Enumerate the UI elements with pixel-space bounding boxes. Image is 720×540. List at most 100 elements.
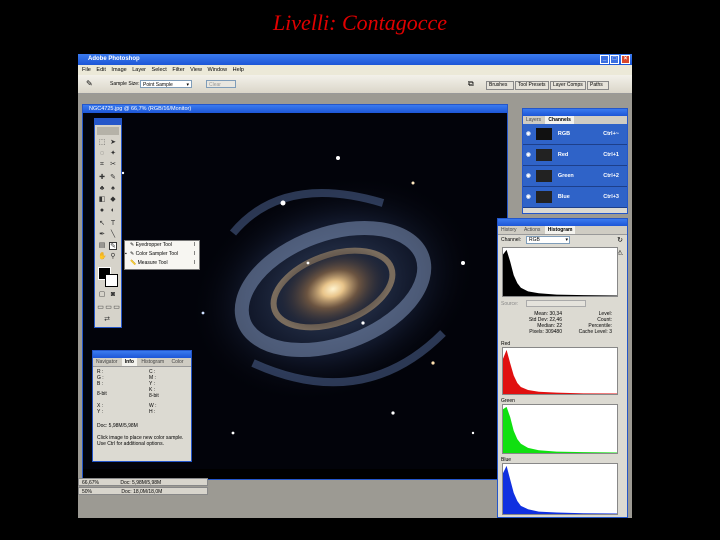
dock-tab-tool-presets[interactable]: Tool Presets (515, 81, 549, 90)
move-tool-icon[interactable]: ➤ (109, 139, 117, 147)
stat-cache-value: 3 (609, 329, 612, 335)
chevron-down-icon: ▾ (186, 82, 189, 88)
notes-tool-icon[interactable]: ▤ (98, 242, 106, 250)
eye-icon[interactable]: ◉ (526, 194, 531, 200)
quick-mask-icon[interactable]: ◙ (109, 291, 117, 299)
selected-bullet-icon: ▪ (125, 251, 127, 257)
background-color-swatch[interactable] (105, 274, 118, 287)
eye-icon[interactable]: ◉ (526, 131, 531, 137)
menu-image[interactable]: Image (111, 67, 126, 73)
stats-right: Level: Count: Percentile: Cache Level: 3 (564, 311, 612, 335)
bucket-tool-icon[interactable]: ◆ (109, 196, 117, 204)
history-brush-icon[interactable]: ♠ (109, 185, 117, 193)
dodge-tool-icon[interactable]: ◐ (109, 207, 117, 215)
sample-size-select[interactable]: Point Sample ▾ (140, 80, 192, 88)
menu-select[interactable]: Select (152, 67, 167, 73)
channels-panel-header (523, 109, 627, 116)
channel-row-red[interactable]: ◉ Red Ctrl+1 (523, 145, 627, 166)
menu-bar: File Edit Image Layer Select Filter View… (78, 65, 632, 75)
info-doc: Doc: 5,98M/5,98M (97, 423, 138, 429)
clear-button[interactable]: Clear (206, 80, 236, 88)
slide-title: Livelli: Contagocce (272, 10, 448, 35)
magic-wand-icon[interactable]: ✦ (109, 150, 117, 158)
info-y-coord: Y : (97, 409, 104, 415)
tab-history[interactable]: History (498, 226, 520, 234)
sample-size-label: Sample Size: (110, 81, 140, 87)
tab-histogram-info[interactable]: Histogram (138, 358, 167, 366)
pen-tool-icon[interactable]: ✒ (98, 231, 106, 239)
tab-layers[interactable]: Layers (523, 116, 544, 124)
blur-tool-icon[interactable]: ● (98, 207, 106, 215)
channel-thumbnail (536, 127, 553, 140)
menu-file[interactable]: File (82, 67, 91, 73)
tab-info[interactable]: Info (121, 358, 137, 366)
marquee-tool-icon[interactable]: ⬚ (98, 139, 106, 147)
histogram-panel-header (498, 219, 627, 226)
screen-mode-3-icon[interactable]: ▭ (113, 304, 120, 312)
zoom-tool-icon[interactable]: ⚲ (109, 253, 117, 261)
channel-label: Channel: (501, 237, 522, 243)
flyout-label-eyedropper: Eyedropper Tool (135, 242, 172, 248)
menu-window[interactable]: Window (208, 67, 228, 73)
maximize-button[interactable]: □ (610, 55, 619, 64)
menu-filter[interactable]: Filter (172, 67, 184, 73)
eyedropper-icon[interactable]: ✎ (86, 75, 93, 93)
brush-tool-icon[interactable]: ✎ (109, 174, 117, 182)
menu-layer[interactable]: Layer (132, 67, 146, 73)
flyout-item-color-sampler[interactable]: ▪ ✎ Color Sampler Tool I (125, 250, 199, 259)
flyout-item-measure[interactable]: 📏 Measure Tool I (125, 259, 199, 268)
info-help: Click image to place new color sample. U… (97, 435, 189, 447)
clone-stamp-icon[interactable]: ♣ (98, 185, 106, 193)
healing-brush-icon[interactable]: ✚ (98, 174, 106, 182)
type-tool-icon[interactable]: T (109, 220, 117, 228)
slice-tool-icon[interactable]: ✂ (109, 161, 117, 169)
histogram-green-area (503, 406, 617, 453)
channel-row-green[interactable]: ◉ Green Ctrl+2 (523, 166, 627, 187)
document-titlebar: NGC4725.jpg @ 66,7% (RGB/16/Monitor) (83, 105, 507, 113)
channel-row-blue[interactable]: ◉ Blue Ctrl+3 (523, 187, 627, 208)
menu-edit[interactable]: Edit (96, 67, 105, 73)
screen-mode-1-icon[interactable]: ▭ (97, 304, 104, 312)
path-select-icon[interactable]: ↖ (98, 220, 106, 228)
dock-tab-brushes[interactable]: Brushes (486, 81, 514, 90)
flyout-label-color-sampler: Color Sampler Tool (135, 251, 179, 257)
hand-tool-icon[interactable]: ✋ (98, 253, 107, 261)
shape-tool-icon[interactable]: ╲ (109, 231, 117, 239)
file-browser-icon[interactable]: ⧉ (468, 75, 474, 93)
dock-tab-paths[interactable]: Paths (587, 81, 609, 90)
histogram-panel-tabs: History Actions Histogram (498, 226, 627, 235)
channel-shortcut-green: Ctrl+2 (603, 173, 619, 179)
tab-channels[interactable]: Channels (545, 116, 574, 124)
minimize-button[interactable]: _ (600, 55, 609, 64)
status-bar-1: 66,67% Doc: 5,98M/5,98M (78, 478, 208, 486)
eye-icon[interactable]: ◉ (526, 152, 531, 158)
eye-icon[interactable]: ◉ (526, 173, 531, 179)
status-zoom-2: 50% (82, 489, 93, 495)
stat-pixels-value: 309480 (545, 329, 562, 335)
status-zoom-1: 66,67% (82, 480, 99, 486)
refresh-icon[interactable]: ↻ (617, 236, 623, 244)
eyedropper-tool-icon[interactable]: ✎ (109, 242, 117, 250)
screen-mode-2-icon[interactable]: ▭ (105, 304, 112, 312)
close-button[interactable]: × (621, 55, 630, 64)
channel-select[interactable]: RGB ▾ (526, 236, 570, 244)
tab-navigator[interactable]: Navigator (93, 358, 120, 366)
flyout-key-color-sampler: I (193, 251, 195, 257)
imageready-icon[interactable]: ⇄ (103, 316, 111, 324)
channel-row-rgb[interactable]: ◉ RGB Ctrl+~ (523, 124, 627, 145)
menu-view[interactable]: View (190, 67, 202, 73)
crop-tool-icon[interactable]: ⌗ (98, 161, 106, 169)
tab-color[interactable]: Color (169, 358, 187, 366)
lasso-tool-icon[interactable]: ◌ (98, 150, 106, 158)
standard-mode-icon[interactable]: ▢ (98, 291, 106, 299)
flyout-item-eyedropper[interactable]: ✎ Eyedropper Tool I (125, 241, 199, 250)
tab-actions[interactable]: Actions (521, 226, 543, 234)
stats-left: Mean: 30,34 Std Dev: 22,46 Median: 22 Pi… (506, 311, 562, 335)
ruler-icon: 📏 (130, 260, 137, 266)
eraser-tool-icon[interactable]: ◧ (98, 196, 106, 204)
histogram-rgb-chart (502, 247, 618, 297)
tab-histogram[interactable]: Histogram (544, 226, 576, 234)
dock-tab-layer-comps[interactable]: Layer Comps (550, 81, 586, 90)
source-select[interactable] (526, 300, 586, 307)
menu-help[interactable]: Help (233, 67, 244, 73)
